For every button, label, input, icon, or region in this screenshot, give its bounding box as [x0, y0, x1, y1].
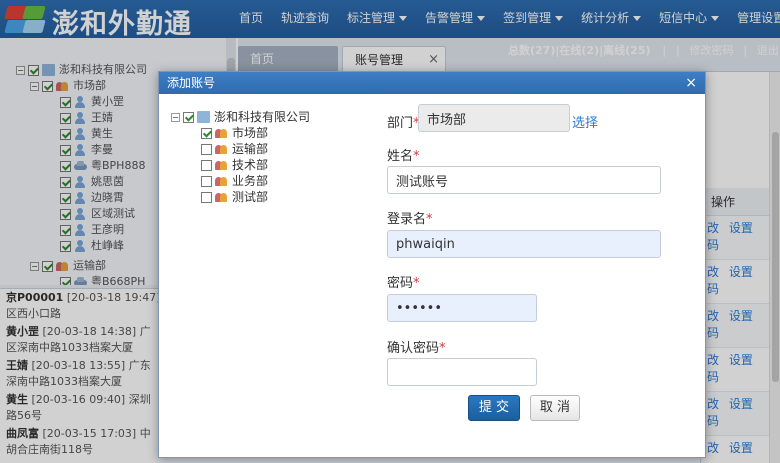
dialog-tree-company[interactable]: − 澎和科技有限公司 [171, 109, 310, 125]
choose-dept-link[interactable]: 选择 [572, 112, 598, 131]
tree-checkbox[interactable] [201, 191, 212, 203]
tree-checkbox[interactable] [201, 127, 212, 139]
password-field[interactable] [387, 294, 537, 322]
dialog-titlebar: 添加账号 × [159, 72, 705, 94]
submit-button[interactable]: 提 交 [468, 395, 520, 421]
dialog-tree-dept[interactable]: 技术部 [201, 157, 268, 173]
login-name-field[interactable] [387, 230, 661, 258]
dept-field[interactable] [418, 104, 570, 132]
close-icon[interactable]: × [685, 72, 697, 94]
tree-label: 澎和科技有限公司 [214, 110, 311, 124]
tree-label: 市场部 [232, 126, 269, 140]
cancel-button[interactable]: 取 消 [530, 395, 580, 421]
home-icon [197, 111, 210, 123]
group-icon [215, 191, 228, 203]
dialog-tree-dept[interactable]: 业务部 [201, 173, 268, 189]
group-icon [215, 143, 228, 155]
tree-label: 业务部 [232, 174, 269, 188]
dept-label: 部门* [387, 116, 420, 131]
login-name-label: 登录名* [387, 212, 433, 227]
dialog-title: 添加账号 [167, 76, 216, 90]
tree-checkbox[interactable] [201, 143, 212, 155]
tree-label: 运输部 [232, 142, 269, 156]
tree-checkbox[interactable] [183, 111, 194, 123]
add-account-dialog: 添加账号 × − 澎和科技有限公司 市场部 运输部 技术部 业务部 测试部 部门… [158, 71, 706, 458]
group-icon [215, 159, 228, 171]
group-icon [215, 175, 228, 187]
name-label: 姓名* [387, 149, 420, 164]
tree-checkbox[interactable] [201, 175, 212, 187]
dialog-tree-dept[interactable]: 市场部 [201, 125, 268, 141]
group-icon [215, 127, 228, 139]
dialog-tree-dept[interactable]: 运输部 [201, 141, 268, 157]
name-field[interactable] [387, 166, 661, 194]
confirm-password-label: 确认密码* [387, 341, 446, 356]
dialog-tree-dept[interactable]: 测试部 [201, 189, 268, 205]
tree-label: 技术部 [232, 158, 269, 172]
collapse-icon[interactable]: − [171, 112, 180, 122]
tree-checkbox[interactable] [201, 159, 212, 171]
password-label: 密码* [387, 276, 420, 291]
tree-label: 测试部 [232, 190, 269, 204]
confirm-password-field[interactable] [387, 358, 537, 386]
